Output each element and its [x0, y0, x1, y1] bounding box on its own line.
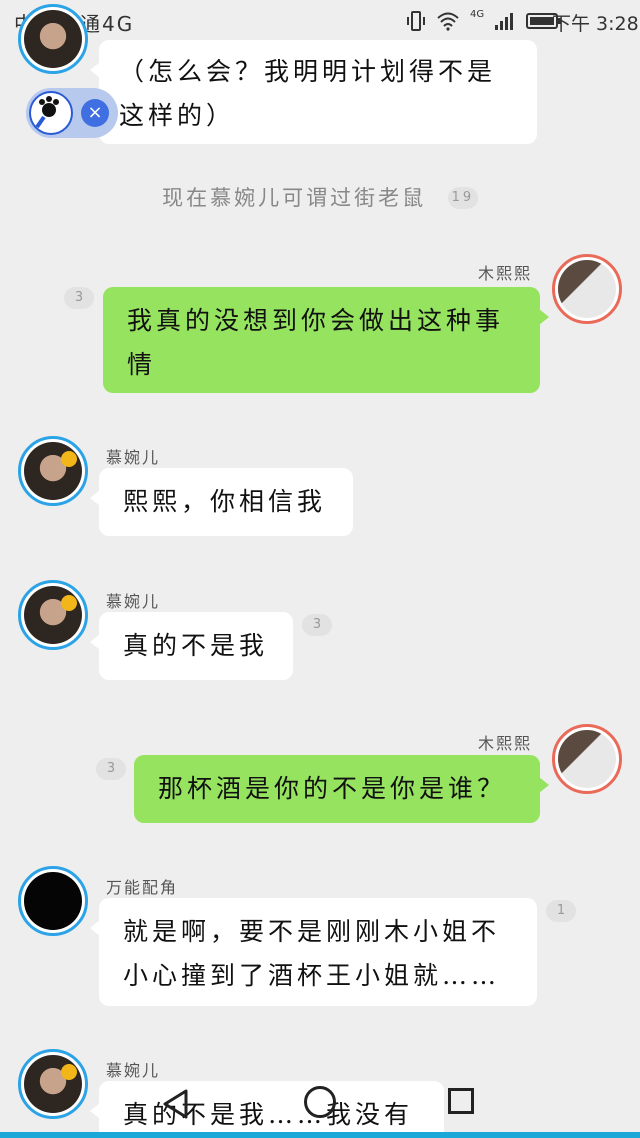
girl-flower-avatar-image: [24, 586, 82, 644]
black-text-avatar-image: [24, 872, 82, 930]
avatar[interactable]: [18, 866, 88, 936]
recent-square-icon[interactable]: [448, 1088, 474, 1114]
count-badge: 1: [546, 900, 576, 922]
sender-name: 木熙熙: [478, 734, 533, 753]
signal-icon: [495, 13, 514, 30]
back-triangle-icon[interactable]: [160, 1088, 192, 1120]
sender-name: 慕婉儿: [106, 592, 161, 611]
bottom-accent-strip: [0, 1132, 640, 1138]
sender-name: 慕婉儿: [106, 1061, 161, 1080]
close-icon[interactable]: ×: [81, 99, 109, 127]
message-text-line: 情: [127, 350, 157, 379]
avatar[interactable]: [552, 254, 622, 324]
status-icons: 4G: [406, 8, 562, 34]
message-text-line: 就是啊，要不是刚刚木小姐不: [123, 917, 501, 946]
status-time: 下午 3:28: [552, 13, 639, 35]
message-bubble[interactable]: 就是啊，要不是刚刚木小姐不 小心撞到了酒杯王小姐就……: [90, 898, 537, 1006]
avatar[interactable]: [18, 580, 88, 650]
message-text-line: 小心撞到了酒杯王小姐就……: [123, 961, 501, 990]
message-text-line: 真的不是我: [123, 631, 269, 660]
sender-name: 木熙熙: [478, 264, 533, 283]
message-text-line: 我真的没想到你会做出这种事: [127, 306, 505, 335]
count-badge: 3: [302, 614, 332, 636]
message-text-line: （怎么会？我明明计划得不是: [119, 57, 497, 86]
status-bar: 中国联通4G 4G 下午 3:28: [0, 0, 640, 42]
floating-assistant-widget[interactable]: ×: [26, 88, 118, 138]
sunflower-icon: [61, 595, 77, 611]
message-text-line: 那杯酒是你的不是你是谁？: [158, 774, 507, 803]
message-bubble[interactable]: 我真的没想到你会做出这种事 情: [103, 287, 549, 393]
message-text-line: 熙熙，你相信我: [123, 487, 327, 516]
sender-name: 慕婉儿: [106, 448, 161, 467]
avatar[interactable]: [18, 436, 88, 506]
system-message: 现在慕婉儿可谓过街老鼠 19: [0, 182, 640, 212]
message-bubble[interactable]: 那杯酒是你的不是你是谁？: [134, 755, 549, 823]
girl-white-avatar-image: [558, 730, 616, 788]
paw-magnifier-icon[interactable]: [29, 91, 73, 135]
vibrate-icon: [407, 11, 425, 31]
count-badge: 3: [96, 758, 126, 780]
sunflower-icon: [61, 1064, 77, 1080]
wifi-icon: [437, 12, 459, 31]
system-message-text: 现在慕婉儿可谓过街老鼠: [162, 186, 427, 210]
sunflower-icon: [61, 451, 77, 467]
sender-name: 万能配角: [106, 878, 179, 897]
message-text-line: 这样的）: [119, 101, 236, 130]
avatar[interactable]: [552, 724, 622, 794]
avatar[interactable]: [18, 4, 88, 74]
message-bubble[interactable]: （怎么会？我明明计划得不是 这样的）: [90, 40, 537, 144]
message-bubble[interactable]: 真的不是我: [90, 612, 293, 680]
girl-flower-avatar-image: [24, 10, 82, 68]
home-circle-icon[interactable]: [304, 1086, 336, 1118]
count-badge: 3: [64, 287, 94, 309]
navigation-bar: [0, 1080, 640, 1138]
network-type-label: 4G: [470, 8, 485, 20]
count-badge: 19: [447, 186, 478, 209]
girl-white-avatar-image: [558, 260, 616, 318]
girl-flower-avatar-image: [24, 442, 82, 500]
message-bubble[interactable]: 熙熙，你相信我: [90, 468, 353, 536]
